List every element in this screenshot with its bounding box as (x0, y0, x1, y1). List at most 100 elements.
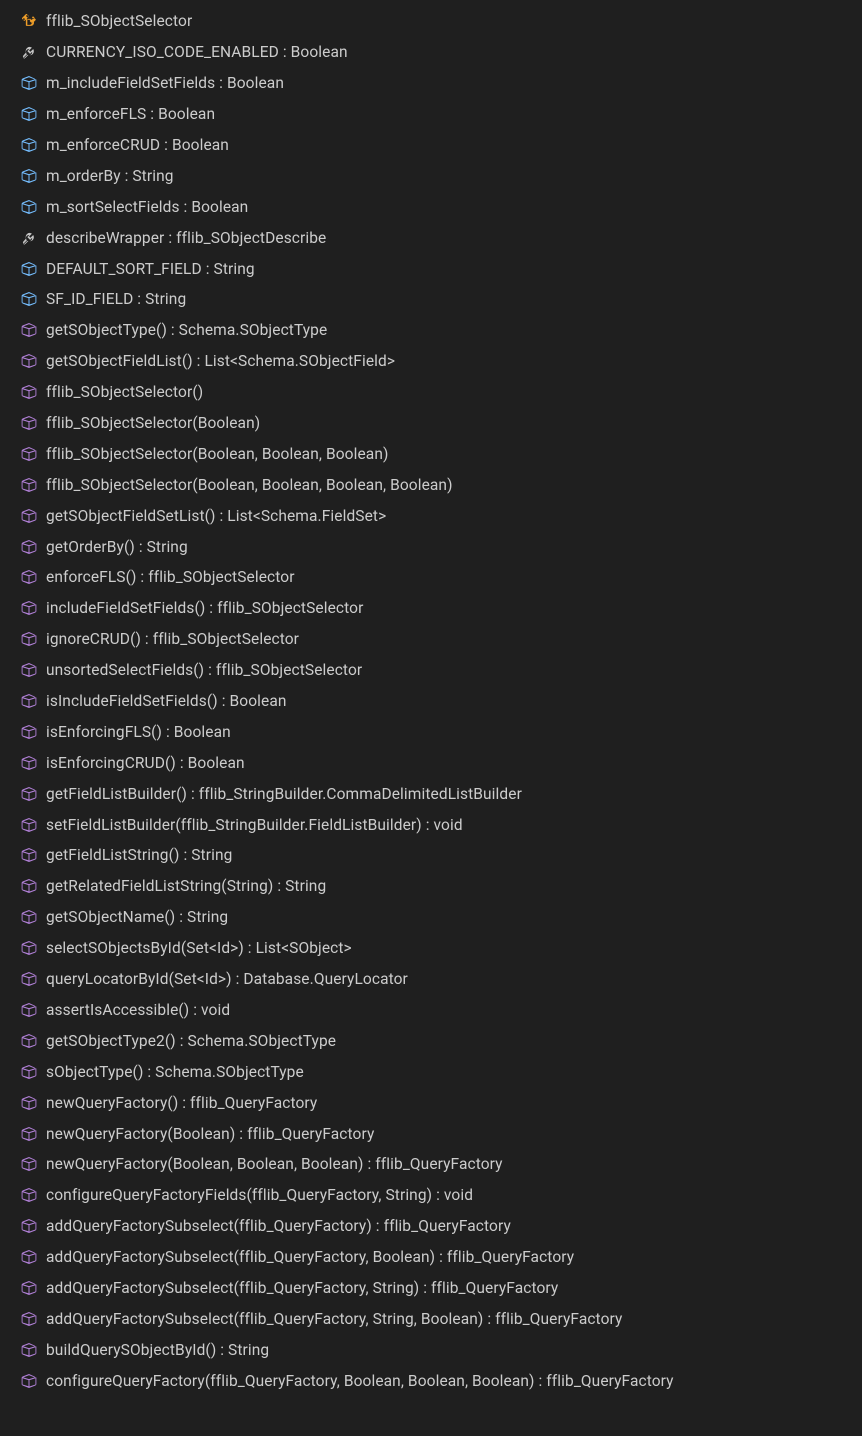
method-icon (20, 383, 38, 401)
field-icon (20, 290, 38, 308)
outline-item[interactable]: getRelatedFieldListString(String) : Stri… (0, 871, 862, 902)
outline-item[interactable]: getSObjectFieldList() : List<Schema.SObj… (0, 346, 862, 377)
class-icon (20, 12, 38, 30)
outline-item[interactable]: addQueryFactorySubselect(fflib_QueryFact… (0, 1303, 862, 1334)
method-icon (20, 908, 38, 926)
outline-item[interactable]: addQueryFactorySubselect(fflib_QueryFact… (0, 1211, 862, 1242)
outline-item[interactable]: describeWrapper : fflib_SObjectDescribe (0, 222, 862, 253)
outline-item[interactable]: getSObjectName() : String (0, 902, 862, 933)
outline-item-label: selectSObjectsById(Set<Id>) : List<SObje… (46, 939, 352, 957)
outline-item[interactable]: fflib_SObjectSelector(Boolean, Boolean, … (0, 469, 862, 500)
method-icon (20, 568, 38, 586)
outline-item[interactable]: fflib_SObjectSelector() (0, 377, 862, 408)
method-icon (20, 445, 38, 463)
method-icon (20, 476, 38, 494)
outline-item[interactable]: newQueryFactory(Boolean, Boolean, Boolea… (0, 1149, 862, 1180)
outline-item-label: sObjectType() : Schema.SObjectType (46, 1063, 304, 1081)
outline-item-label: ignoreCRUD() : fflib_SObjectSelector (46, 630, 299, 648)
method-icon (20, 785, 38, 803)
outline-item[interactable]: isIncludeFieldSetFields() : Boolean (0, 686, 862, 717)
outline-item-label: addQueryFactorySubselect(fflib_QueryFact… (46, 1217, 511, 1235)
outline-item-label: fflib_SObjectSelector(Boolean, Boolean, … (46, 476, 453, 494)
outline-view: fflib_SObjectSelector CURRENCY_ISO_CODE_E… (0, 0, 862, 1402)
outline-item[interactable]: getSObjectType() : Schema.SObjectType (0, 315, 862, 346)
outline-item[interactable]: CURRENCY_ISO_CODE_ENABLED : Boolean (0, 37, 862, 68)
outline-item-label: assertIsAccessible() : void (46, 1001, 230, 1019)
outline-item[interactable]: fflib_SObjectSelector(Boolean) (0, 408, 862, 439)
outline-item-label: newQueryFactory(Boolean) : fflib_QueryFa… (46, 1125, 374, 1143)
outline-item-label: isEnforcingCRUD() : Boolean (46, 754, 245, 772)
outline-item[interactable]: getSObjectFieldSetList() : List<Schema.F… (0, 500, 862, 531)
method-icon (20, 1372, 38, 1390)
outline-item-label: fflib_SObjectSelector (46, 12, 192, 30)
outline-item-label: buildQuerySObjectById() : String (46, 1341, 269, 1359)
outline-item[interactable]: selectSObjectsById(Set<Id>) : List<SObje… (0, 933, 862, 964)
outline-item-label: addQueryFactorySubselect(fflib_QueryFact… (46, 1310, 622, 1328)
method-icon (20, 877, 38, 895)
outline-item[interactable]: queryLocatorById(Set<Id>) : Database.Que… (0, 964, 862, 995)
outline-item[interactable]: m_orderBy : String (0, 160, 862, 191)
outline-item[interactable]: getFieldListBuilder() : fflib_StringBuil… (0, 778, 862, 809)
outline-item[interactable]: ignoreCRUD() : fflib_SObjectSelector (0, 624, 862, 655)
outline-item-label: fflib_SObjectSelector(Boolean, Boolean, … (46, 445, 388, 463)
outline-item-label: CURRENCY_ISO_CODE_ENABLED : Boolean (46, 43, 348, 61)
outline-item[interactable]: DEFAULT_SORT_FIELD : String (0, 253, 862, 284)
outline-item-label: getSObjectFieldSetList() : List<Schema.F… (46, 507, 386, 525)
outline-item[interactable]: addQueryFactorySubselect(fflib_QueryFact… (0, 1242, 862, 1273)
method-icon (20, 1001, 38, 1019)
outline-item[interactable]: configureQueryFactoryFields(fflib_QueryF… (0, 1180, 862, 1211)
outline-item-label: queryLocatorById(Set<Id>) : Database.Que… (46, 970, 408, 988)
outline-item[interactable]: getFieldListString() : String (0, 840, 862, 871)
outline-item-label: getFieldListBuilder() : fflib_StringBuil… (46, 785, 522, 803)
field-icon (20, 198, 38, 216)
outline-item[interactable]: getOrderBy() : String (0, 531, 862, 562)
method-icon (20, 1279, 38, 1297)
outline-item[interactable]: enforceFLS() : fflib_SObjectSelector (0, 562, 862, 593)
outline-item-label: fflib_SObjectSelector() (46, 383, 203, 401)
method-icon (20, 1217, 38, 1235)
method-icon (20, 816, 38, 834)
outline-item[interactable]: newQueryFactory(Boolean) : fflib_QueryFa… (0, 1118, 862, 1149)
outline-item[interactable]: buildQuerySObjectById() : String (0, 1334, 862, 1365)
outline-item-label: setFieldListBuilder(fflib_StringBuilder.… (46, 816, 463, 834)
outline-item[interactable]: m_enforceFLS : Boolean (0, 99, 862, 130)
method-icon (20, 970, 38, 988)
outline-item-label: getRelatedFieldListString(String) : Stri… (46, 877, 326, 895)
outline-item[interactable]: m_sortSelectFields : Boolean (0, 191, 862, 222)
outline-item-label: addQueryFactorySubselect(fflib_QueryFact… (46, 1248, 574, 1266)
outline-item[interactable]: includeFieldSetFields() : fflib_SObjectS… (0, 593, 862, 624)
outline-item-label: newQueryFactory() : fflib_QueryFactory (46, 1094, 317, 1112)
outline-item[interactable]: fflib_SObjectSelector (0, 6, 862, 37)
outline-item[interactable]: newQueryFactory() : fflib_QueryFactory (0, 1087, 862, 1118)
outline-item[interactable]: sObjectType() : Schema.SObjectType (0, 1056, 862, 1087)
outline-item-label: m_orderBy : String (46, 167, 174, 185)
outline-item[interactable]: addQueryFactorySubselect(fflib_QueryFact… (0, 1273, 862, 1304)
method-icon (20, 1248, 38, 1266)
method-icon (20, 1155, 38, 1173)
outline-item[interactable]: isEnforcingFLS() : Boolean (0, 716, 862, 747)
outline-item[interactable]: configureQueryFactory(fflib_QueryFactory… (0, 1365, 862, 1396)
outline-item-label: m_enforceFLS : Boolean (46, 105, 215, 123)
method-icon (20, 661, 38, 679)
method-icon (20, 846, 38, 864)
outline-item-label: newQueryFactory(Boolean, Boolean, Boolea… (46, 1155, 503, 1173)
outline-item[interactable]: setFieldListBuilder(fflib_StringBuilder.… (0, 809, 862, 840)
field-icon (20, 105, 38, 123)
method-icon (20, 1094, 38, 1112)
outline-item[interactable]: m_enforceCRUD : Boolean (0, 130, 862, 161)
method-icon (20, 1341, 38, 1359)
method-icon (20, 692, 38, 710)
outline-item[interactable]: getSObjectType2() : Schema.SObjectType (0, 1025, 862, 1056)
outline-item[interactable]: unsortedSelectFields() : fflib_SObjectSe… (0, 655, 862, 686)
outline-item-label: configureQueryFactoryFields(fflib_QueryF… (46, 1186, 473, 1204)
outline-item[interactable]: assertIsAccessible() : void (0, 995, 862, 1026)
method-icon (20, 1032, 38, 1050)
outline-item[interactable]: m_includeFieldSetFields : Boolean (0, 68, 862, 99)
outline-item[interactable]: isEnforcingCRUD() : Boolean (0, 747, 862, 778)
outline-item[interactable]: SF_ID_FIELD : String (0, 284, 862, 315)
outline-item-label: configureQueryFactory(fflib_QueryFactory… (46, 1372, 674, 1390)
method-icon (20, 1125, 38, 1143)
field-icon (20, 260, 38, 278)
outline-item-label: m_enforceCRUD : Boolean (46, 136, 229, 154)
outline-item[interactable]: fflib_SObjectSelector(Boolean, Boolean, … (0, 438, 862, 469)
